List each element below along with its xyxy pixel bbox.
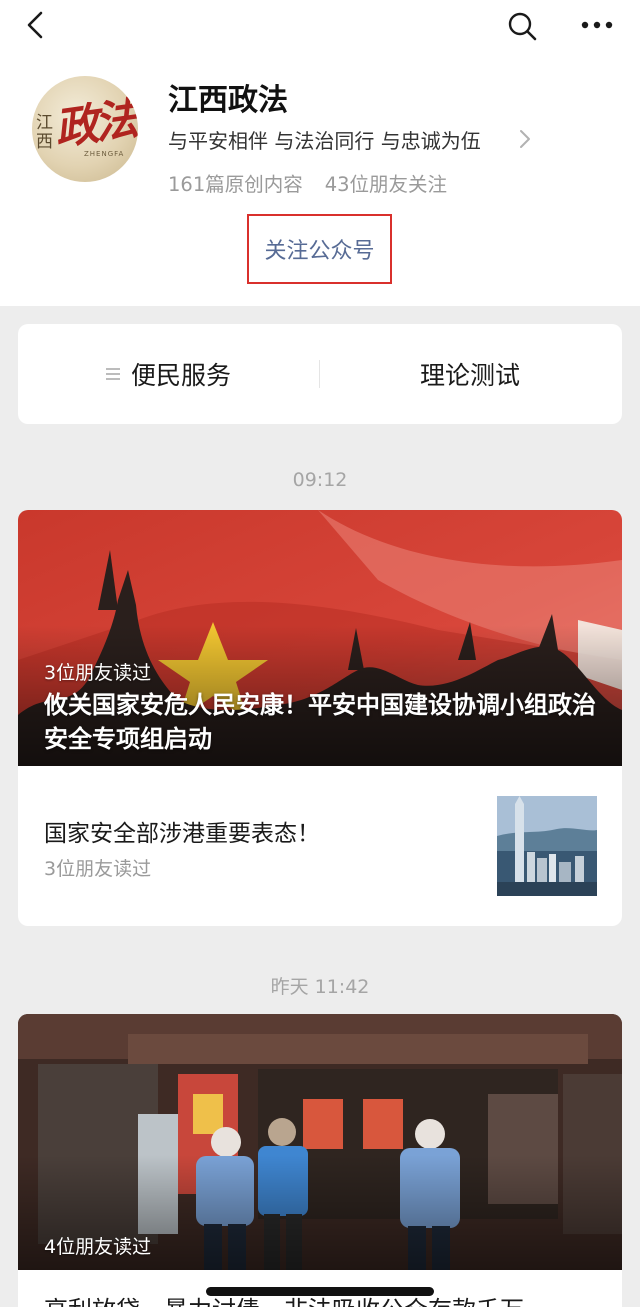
follow-account-label: 关注公众号 xyxy=(264,239,375,264)
menu-item-services-label: 便民服务 xyxy=(130,361,231,390)
article-main-item[interactable]: 3位朋友读过 攸关国家安危人民安康！平安中国建设协调小组政治安全专项组启动 xyxy=(18,510,622,766)
account-slogan[interactable]: 与平安相伴 与法治同行 与忠诚为伍 xyxy=(168,125,481,154)
menu-item-theory-test-label: 理论测试 xyxy=(419,361,520,390)
account-menu: 便民服务 理论测试 xyxy=(18,324,622,424)
feed-timestamp: 09:12 xyxy=(292,469,348,491)
article-main-reads: 3位朋友读过 xyxy=(44,662,152,684)
home-indicator xyxy=(206,1287,434,1296)
article-sub-item[interactable]: 国家安全部涉港重要表态！ 3位朋友读过 xyxy=(18,766,622,926)
account-header: 江西 政法 ZHENGFA 江西政法 与平安相伴 与法治同行 与忠诚为伍 161… xyxy=(0,0,640,306)
avatar-small-text: ZHENGFA xyxy=(84,150,125,158)
chevron-left-icon[interactable] xyxy=(22,10,52,40)
menu-lines-icon xyxy=(105,368,120,380)
search-icon[interactable] xyxy=(506,10,538,42)
account-avatar[interactable]: 江西 政法 ZHENGFA xyxy=(32,76,138,182)
article-main-reads: 4位朋友读过 xyxy=(44,1236,152,1258)
chevron-right-icon[interactable] xyxy=(518,128,532,150)
avatar-main-text: 政法 xyxy=(51,93,138,156)
follow-account-button[interactable]: 关注公众号 xyxy=(247,214,392,284)
original-count: 161篇原创内容 xyxy=(168,173,303,196)
article-sub-thumbnail xyxy=(497,796,597,896)
feed-timestamp: 昨天 11:42 xyxy=(270,976,370,998)
avatar-side-text: 江西 xyxy=(36,113,53,152)
account-stats: 161篇原创内容 43位朋友关注 xyxy=(168,168,447,197)
article-main-title: 攸关国家安危人民安康！平安中国建设协调小组政治安全专项组启动 xyxy=(44,691,596,753)
article-main-item[interactable]: 4位朋友读过 xyxy=(18,1014,622,1270)
menu-item-theory-test[interactable]: 理论测试 xyxy=(320,324,620,424)
article-sub-title: 国家安全部涉港重要表态！ xyxy=(44,821,320,847)
friends-follow-count: 43位朋友关注 xyxy=(324,173,448,196)
article-group-card: 3位朋友读过 攸关国家安危人民安康！平安中国建设协调小组政治安全专项组启动 国家… xyxy=(18,510,622,926)
more-icon[interactable] xyxy=(578,10,616,40)
menu-item-services[interactable]: 便民服务 xyxy=(18,324,318,424)
account-name: 江西政法 xyxy=(168,83,288,118)
article-sub-reads: 3位朋友读过 xyxy=(44,858,152,880)
article-group-card: 4位朋友读过 xyxy=(18,1014,622,1307)
